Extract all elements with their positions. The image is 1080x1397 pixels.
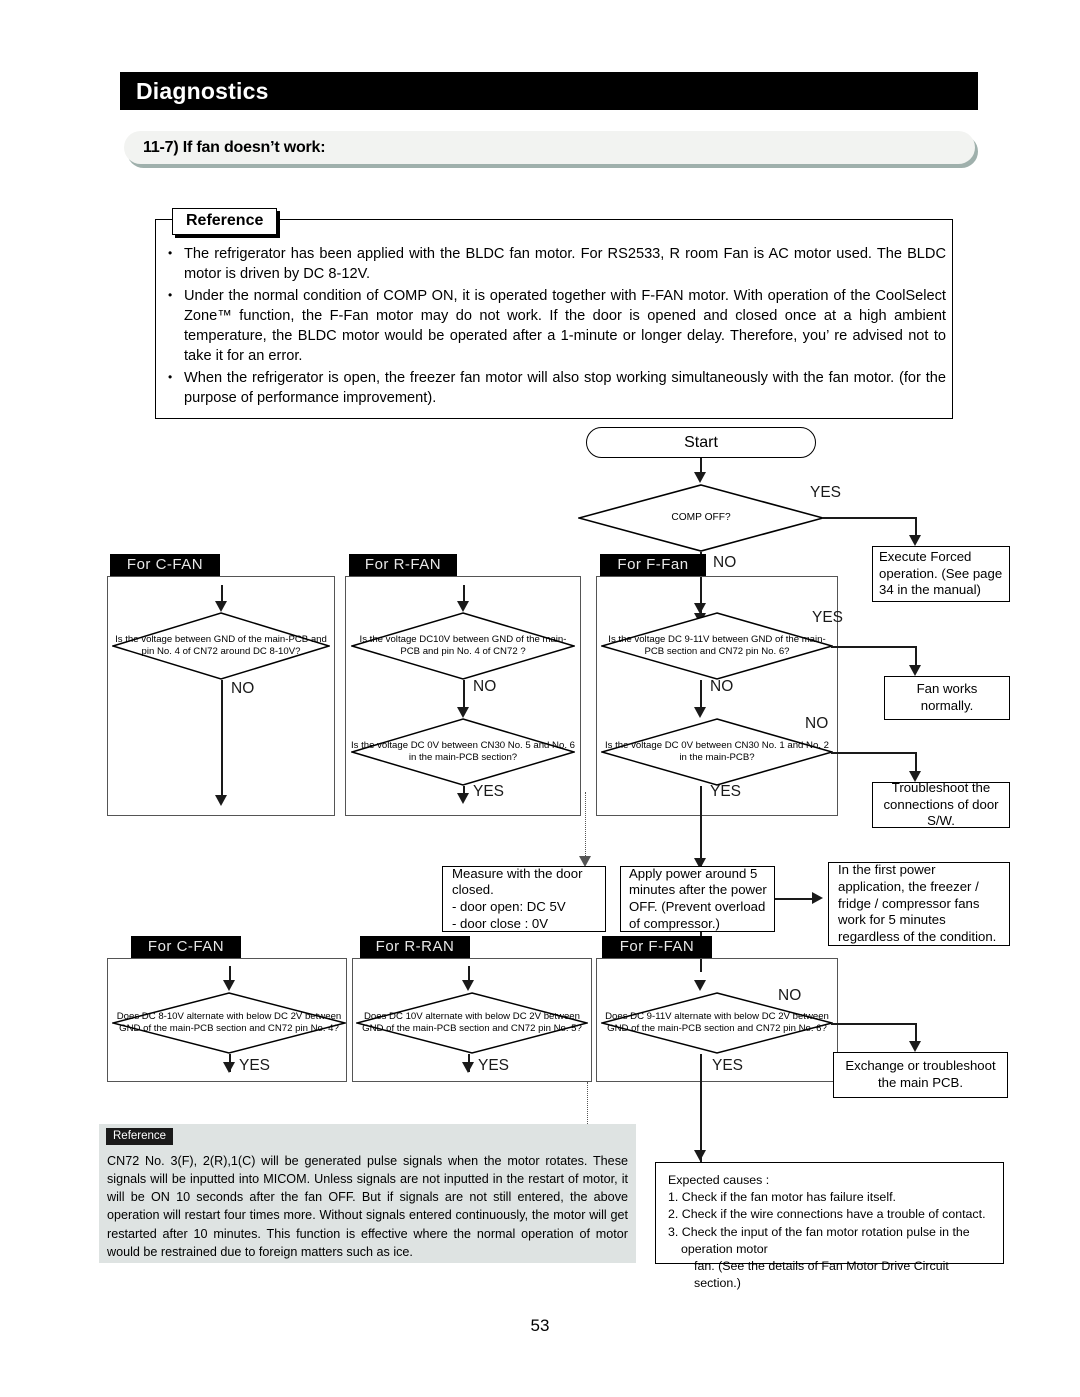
arrowhead-icon <box>457 601 469 612</box>
expected-causes-item-continuation: fan. (See the details of Fan Motor Drive… <box>694 1259 949 1291</box>
connector-ffan-yes <box>831 646 917 648</box>
arrowhead-icon <box>457 793 469 804</box>
expected-causes-item: 3. Check the input of the fan motor rota… <box>668 1224 970 1256</box>
arrowhead-icon <box>909 665 921 676</box>
page-number: 53 <box>530 1316 550 1335</box>
note-tab-label: Reference <box>106 1128 174 1145</box>
arrowhead-icon <box>223 1062 235 1073</box>
decision-comp-off: COMP OFF? <box>578 484 824 552</box>
decision-r-ran-alternate: Does DC 10V alternate with below DC 2V b… <box>356 992 588 1054</box>
reference-item-text: Under the normal condition of COMP ON, i… <box>184 287 946 365</box>
page-title: Diagnostics <box>136 78 269 104</box>
arrowhead-icon <box>694 980 706 991</box>
box-first-power-application-label: In the first power application, the free… <box>838 862 997 944</box>
branch-label-no: NO <box>231 680 255 697</box>
connector-applypower-to-firstpower <box>775 898 817 900</box>
group-label-f-fan-top: For F-Fan <box>600 554 706 576</box>
branch-label-yes: YES <box>810 484 842 501</box>
connector-compoff-yes <box>822 517 917 519</box>
arrowhead-icon <box>215 601 227 612</box>
reference-bullet-item: • When the refrigerator is open, the fre… <box>168 368 946 409</box>
box-troubleshoot-door-switch-label: Troubleshoot the connections of door S/W… <box>883 780 999 829</box>
decision-f-fan-voltage: Is the voltage DC 9-11V between GND of t… <box>601 612 833 680</box>
expected-causes-box: Expected causes : 1. Check if the fan mo… <box>655 1162 1004 1290</box>
reference-bullet-item: • The refrigerator has been applied with… <box>168 244 946 285</box>
expected-causes-heading: Expected causes : <box>668 1173 770 1187</box>
arrowhead-icon <box>462 1062 474 1073</box>
branch-label-no: NO <box>473 678 497 695</box>
decision-r-fan-voltage: Is the voltage DC10V between GND of the … <box>351 612 575 680</box>
branch-label-no: NO <box>778 987 802 1004</box>
box-first-power-application: In the first power application, the free… <box>828 862 1010 946</box>
box-measure-door-closed-line1: Measure with the door closed. <box>452 865 583 898</box>
expected-causes-item: 1. Check if the fan motor has failure it… <box>668 1190 896 1205</box>
decision-f-fan-cn30: Is the voltage DC 0V between CN30 No. 1 … <box>601 718 833 786</box>
branch-label-no: NO <box>805 715 829 732</box>
arrowhead-icon <box>215 795 227 806</box>
reference-tab-label: Reference <box>172 208 278 235</box>
box-fan-works-normally-label: Fan works normally. <box>916 681 978 713</box>
group-label-r-fan-top: For R-FAN <box>349 554 457 576</box>
arrowhead-icon <box>694 472 706 483</box>
connector-dotted-bottom <box>587 1082 588 1128</box>
branch-label-yes: YES <box>712 1057 744 1074</box>
group-label-c-fan-top: For C-FAN <box>110 554 220 576</box>
branch-label-no: NO <box>713 554 737 571</box>
decision-c-fan-voltage: Is the voltage between GND of the main-P… <box>112 612 330 680</box>
arrowhead-icon <box>909 535 921 546</box>
group-label-r-ran-bottom: For R-RAN <box>360 936 470 958</box>
note-text: CN72 No. 3(F), 2(R),1(C) will be generat… <box>107 1154 628 1259</box>
arrowhead-icon <box>694 707 706 718</box>
connector-ffan-alternate-no <box>831 1023 917 1025</box>
reference-bullet-item: • Under the normal condition of COMP ON,… <box>168 286 946 367</box>
arrowhead-icon <box>812 892 823 904</box>
flow-start-label: Start <box>684 433 718 451</box>
connector-ffan-cn30-yes <box>700 786 702 868</box>
box-exchange-main-pcb-label: Exchange or troubleshoot the main PCB. <box>845 1058 996 1090</box>
arrowhead-icon <box>909 1041 921 1052</box>
group-label-f-fan-bottom: For F-FAN <box>602 936 712 958</box>
branch-label-yes: YES <box>710 783 742 800</box>
box-measure-door-closed-line3: - door close : 0V <box>452 915 549 931</box>
connector-cfan-top-no <box>221 680 223 800</box>
box-measure-door-closed: Measure with the door closed. - door ope… <box>442 866 606 932</box>
arrowhead-icon <box>462 980 474 991</box>
box-measure-door-closed-line2: - door open: DC 5V <box>452 899 566 914</box>
connector-ffan-alternate-yes <box>700 1054 702 1162</box>
expected-causes-item: 2. Check if the wire connections have a … <box>668 1207 986 1222</box>
branch-label-yes: YES <box>473 783 505 800</box>
branch-label-yes: YES <box>239 1057 271 1074</box>
connector-dotted-measure <box>585 792 586 862</box>
reference-item-text: The refrigerator has been applied with t… <box>184 246 946 283</box>
box-apply-power: Apply power around 5 minutes after the p… <box>620 866 775 932</box>
arrowhead-icon <box>457 707 469 718</box>
box-fan-works-normally: Fan works normally. <box>884 676 1010 720</box>
bullet-icon: • <box>168 246 173 260</box>
decision-r-fan-cn30: Is the voltage DC 0V between CN30 No. 5 … <box>351 718 575 786</box>
branch-label-yes: YES <box>812 609 844 626</box>
box-execute-forced-label: Execute Forced operation. (See page 34 i… <box>879 549 1003 598</box>
flow-start-node: Start <box>586 427 816 458</box>
reference-bullet-list: • The refrigerator has been applied with… <box>168 244 946 409</box>
arrowhead-icon <box>223 980 235 991</box>
arrowhead-icon <box>694 1150 706 1161</box>
branch-label-no: NO <box>710 678 734 695</box>
section-heading: 11-7) If fan doesn’t work: <box>143 139 326 156</box>
bullet-icon: • <box>168 369 173 384</box>
reference-item-text: When the refrigerator is open, the freez… <box>184 369 946 406</box>
decision-c-fan-alternate: Does DC 8-10V alternate with below DC 2V… <box>112 992 346 1054</box>
group-label-c-fan-bottom: For C-FAN <box>131 936 241 958</box>
connector-ffan-cn30-no <box>831 752 917 754</box>
box-troubleshoot-door-switch: Troubleshoot the connections of door S/W… <box>872 780 1010 829</box>
branch-label-yes: YES <box>478 1057 510 1074</box>
box-exchange-main-pcb: Exchange or troubleshoot the main PCB. <box>833 1052 1008 1098</box>
box-apply-power-label: Apply power around 5 minutes after the p… <box>629 865 767 931</box>
bullet-icon: • <box>168 287 173 302</box>
box-execute-forced: Execute Forced operation. (See page 34 i… <box>872 546 1010 602</box>
